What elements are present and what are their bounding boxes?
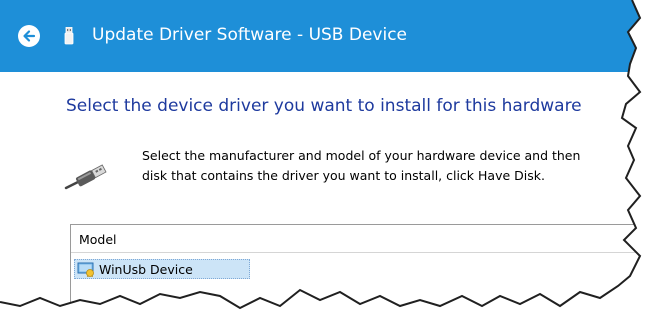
usb-cable-icon xyxy=(64,164,107,190)
title-bar: Update Driver Software - USB Device xyxy=(0,0,640,72)
back-arrow-icon xyxy=(23,30,36,42)
model-listbox[interactable]: Model WinUsb Device xyxy=(70,224,640,308)
model-column-header[interactable]: Model xyxy=(71,225,640,253)
instruction-text: Select the manufacturer and model of you… xyxy=(142,146,580,186)
model-column-label: Model xyxy=(79,232,117,247)
usb-plug-icon xyxy=(64,27,74,45)
list-item[interactable]: WinUsb Device xyxy=(74,259,250,279)
driver-certified-icon xyxy=(77,262,94,277)
update-driver-dialog: Update Driver Software - USB Device Sele… xyxy=(0,0,640,308)
list-item-label: WinUsb Device xyxy=(99,262,193,277)
page-heading: Select the device driver you want to ins… xyxy=(66,96,582,116)
back-button[interactable] xyxy=(18,25,40,47)
screenshot-stage: Update Driver Software - USB Device Sele… xyxy=(0,0,654,322)
window-title: Update Driver Software - USB Device xyxy=(92,25,408,45)
instruction-line-2: disk that contains the driver you want t… xyxy=(142,168,545,183)
dialog-content: Select the device driver you want to ins… xyxy=(0,72,640,308)
instruction-line-1: Select the manufacturer and model of you… xyxy=(142,148,581,163)
